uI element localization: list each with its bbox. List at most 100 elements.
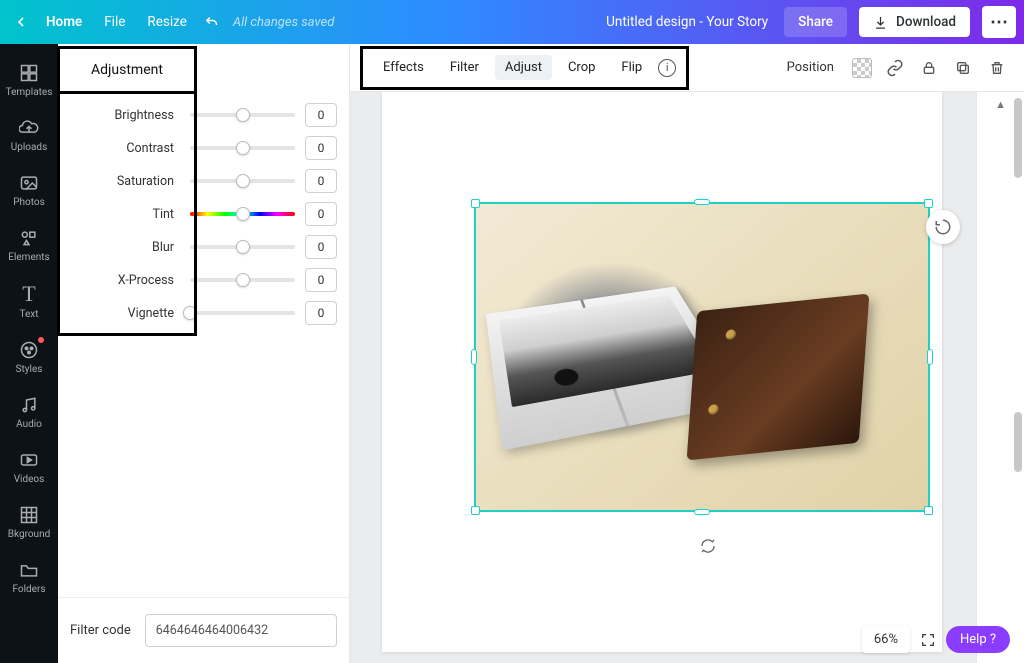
adjust-row-vignette: Vignette 0	[66, 300, 337, 326]
scrollbar-thumb[interactable]	[1014, 98, 1022, 178]
rail-elements[interactable]: Elements	[0, 219, 58, 272]
rail-styles[interactable]: Styles	[0, 331, 58, 384]
link-icon[interactable]	[884, 57, 906, 79]
adjust-label: Vignette	[66, 306, 180, 321]
adjust-value[interactable]: 0	[305, 136, 337, 160]
resize-handle-tm[interactable]	[694, 199, 710, 205]
text-icon: T	[22, 283, 35, 305]
slider-thumb[interactable]	[236, 207, 250, 221]
transparency-button[interactable]	[852, 58, 872, 78]
duplicate-icon[interactable]	[952, 57, 974, 79]
adjust-row-saturation: Saturation0	[66, 168, 337, 194]
rail-text[interactable]: T Text	[0, 274, 58, 329]
adjust-value[interactable]: 0	[305, 202, 337, 226]
lock-icon[interactable]	[918, 57, 940, 79]
scrollbar-thumb-2[interactable]	[1014, 412, 1022, 472]
photo-leather-journal	[687, 293, 870, 460]
back-icon[interactable]	[8, 14, 34, 30]
file-menu[interactable]: File	[94, 8, 135, 36]
slider-thumb[interactable]	[236, 108, 250, 122]
audio-icon	[19, 395, 39, 415]
adjust-slider-brightness[interactable]	[190, 106, 295, 124]
rail-templates[interactable]: Templates	[0, 54, 58, 107]
adjust-value[interactable]: 0	[305, 169, 337, 193]
sync-icon[interactable]	[698, 536, 718, 556]
fullscreen-icon[interactable]	[920, 632, 936, 648]
adjust-row-blur: Blur 0	[66, 234, 337, 260]
crop-button[interactable]: Crop	[558, 55, 605, 80]
slider-thumb[interactable]	[236, 240, 250, 254]
delete-icon[interactable]	[986, 57, 1008, 79]
adjust-value[interactable]: 0	[305, 103, 337, 127]
more-menu-button[interactable]: ⋯	[982, 6, 1016, 38]
resize-handle-br[interactable]	[924, 506, 933, 515]
uploads-icon	[19, 118, 39, 138]
resize-handle-ml[interactable]	[471, 349, 477, 365]
slider-thumb[interactable]	[183, 306, 197, 320]
slider-thumb[interactable]	[236, 141, 250, 155]
resize-handle-bl[interactable]	[471, 506, 480, 515]
design-title[interactable]: Untitled design - Your Story	[606, 14, 768, 30]
resize-handle-mr[interactable]	[927, 349, 933, 365]
zoom-level[interactable]: 66%	[862, 626, 910, 653]
save-status: All changes saved	[233, 15, 334, 30]
download-label: Download	[896, 14, 956, 30]
adjustment-panel: Adjustment Brightness0Contrast0Saturatio…	[58, 44, 350, 663]
adjust-slider-contrast[interactable]	[190, 139, 295, 157]
download-button[interactable]: Download	[859, 7, 970, 37]
filter-code-input[interactable]	[145, 614, 337, 647]
adjust-slider-saturation[interactable]	[190, 172, 295, 190]
image-content	[476, 204, 928, 510]
left-rail: Templates Uploads Photos Elements T Text	[0, 44, 58, 663]
adjust-slider-tint[interactable]	[190, 205, 295, 223]
rail-videos[interactable]: Videos	[0, 441, 58, 494]
bottom-bar: 66% Help ?	[862, 626, 1010, 653]
position-button[interactable]: Position	[781, 56, 840, 79]
reset-rotate-button[interactable]	[926, 210, 960, 244]
share-button[interactable]: Share	[784, 7, 847, 37]
new-badge-dot	[38, 337, 44, 343]
slider-thumb[interactable]	[236, 174, 250, 188]
folders-icon	[19, 560, 39, 580]
resize-handle-tr[interactable]	[924, 199, 933, 208]
styles-icon	[19, 340, 39, 360]
resize-handle-tl[interactable]	[471, 199, 480, 208]
elements-icon	[19, 228, 39, 248]
adjust-label: X-Process	[66, 273, 180, 288]
adjust-label: Blur	[66, 240, 180, 255]
resize-menu[interactable]: Resize	[137, 8, 196, 36]
adjust-label: Contrast	[66, 141, 180, 156]
scroll-up-arrow[interactable]: ▲	[995, 98, 1006, 111]
slider-thumb[interactable]	[236, 273, 250, 287]
context-right: Position	[781, 56, 1008, 79]
rail-background[interactable]: Bkground	[0, 496, 58, 549]
info-icon[interactable]: i	[658, 59, 676, 77]
help-button[interactable]: Help ?	[946, 626, 1010, 653]
adjustment-heading: Adjustment	[57, 46, 197, 94]
adjust-slider-blur[interactable]	[190, 238, 295, 256]
adjust-slider-x-process[interactable]	[190, 271, 295, 289]
adjust-value[interactable]: 0	[305, 268, 337, 292]
adjust-label: Brightness	[66, 108, 180, 123]
rail-photos[interactable]: Photos	[0, 164, 58, 217]
filter-button[interactable]: Filter	[440, 55, 489, 80]
adjust-row-contrast: Contrast 0	[66, 135, 337, 161]
adjust-button[interactable]: Adjust	[495, 55, 552, 80]
right-gutter: ▲	[976, 92, 1024, 663]
adjust-value[interactable]: 0	[305, 301, 337, 325]
canvas-scroll[interactable]	[350, 92, 976, 663]
flip-button[interactable]: Flip	[611, 55, 652, 80]
adjust-slider-vignette[interactable]	[190, 304, 295, 322]
home-button[interactable]: Home	[36, 8, 92, 36]
resize-handle-bm[interactable]	[694, 509, 710, 515]
context-toolbar: Effects Filter Adjust Crop Flip i Positi…	[350, 44, 1024, 92]
workspace[interactable]: ▲ 66% Help ?	[350, 92, 1024, 663]
selected-image[interactable]	[474, 202, 930, 512]
effects-button[interactable]: Effects	[373, 55, 434, 80]
rail-audio[interactable]: Audio	[0, 386, 58, 439]
canvas-page[interactable]	[382, 92, 942, 652]
adjust-value[interactable]: 0	[305, 235, 337, 259]
rail-folders[interactable]: Folders	[0, 551, 58, 604]
rail-uploads[interactable]: Uploads	[0, 109, 58, 162]
undo-icon[interactable]	[199, 13, 225, 31]
